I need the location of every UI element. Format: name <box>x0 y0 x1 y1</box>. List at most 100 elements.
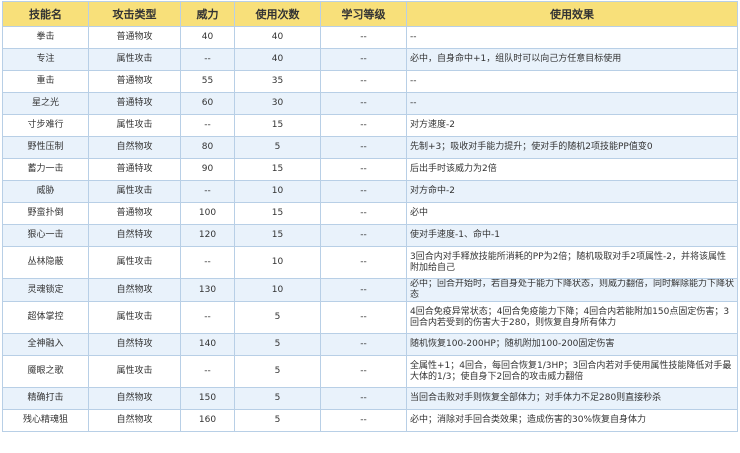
learn-level-cell: -- <box>320 278 407 302</box>
skill-table: 技能名 攻击类型 威力 使用次数 学习等级 使用效果 拳击 普通物攻 40 40 -- -… <box>2 1 738 432</box>
table-row: 重击 普通物攻 55 35 -- -- <box>2 70 738 93</box>
effect-cell: 4回合免疫异常状态；4回合免疫能力下降；4回合内若能附加150点固定伤害；3回合… <box>406 301 738 334</box>
uses-cell: 5 <box>234 409 321 432</box>
skill-name-cell: 寸步难行 <box>2 114 89 137</box>
table-row: 专注 属性攻击 -- 40 -- 必中，自身命中+1，组队时可以向己方任意目标使用 <box>2 48 738 71</box>
effect-cell: 必中，自身命中+1，组队时可以向己方任意目标使用 <box>406 48 738 71</box>
skill-name-cell: 残心精魂狙 <box>2 409 89 432</box>
attack-type-cell: 自然物攻 <box>88 136 181 159</box>
table-header: 技能名 攻击类型 威力 使用次数 学习等级 使用效果 <box>2 1 738 27</box>
table-row: 野性压制 自然物攻 80 5 -- 先制+3；吸收对手能力提升；使对手的随机2项技能PP值… <box>2 136 738 159</box>
attack-type-cell: 属性攻击 <box>88 355 181 388</box>
table-row: 野蛮扑倒 普通物攻 100 15 -- 必中 <box>2 202 738 225</box>
uses-cell: 5 <box>234 333 321 356</box>
attack-type-cell: 普通物攻 <box>88 26 181 49</box>
power-cell: 150 <box>180 387 235 410</box>
power-cell: 90 <box>180 158 235 181</box>
learn-level-cell: -- <box>320 114 407 137</box>
effect-cell: -- <box>406 92 738 115</box>
learn-level-cell: -- <box>320 301 407 334</box>
uses-cell: 5 <box>234 136 321 159</box>
table-row: 残心精魂狙 自然物攻 160 5 -- 必中；消除对手回合类效果；造成伤害的30%恢复自身… <box>2 409 738 432</box>
learn-level-cell: -- <box>320 180 407 203</box>
table-row: 威胁 属性攻击 -- 10 -- 对方命中-2 <box>2 180 738 203</box>
learn-level-cell: -- <box>320 246 407 279</box>
effect-cell: -- <box>406 70 738 93</box>
attack-type-cell: 自然特攻 <box>88 224 181 247</box>
header-skill-name: 技能名 <box>2 1 89 27</box>
uses-cell: 30 <box>234 92 321 115</box>
uses-cell: 10 <box>234 246 321 279</box>
power-cell: -- <box>180 355 235 388</box>
attack-type-cell: 自然特攻 <box>88 333 181 356</box>
skill-name-cell: 精确打击 <box>2 387 89 410</box>
effect-cell: 后出手时该威力为2倍 <box>406 158 738 181</box>
effect-cell: 必中；消除对手回合类效果；造成伤害的30%恢复自身体力 <box>406 409 738 432</box>
learn-level-cell: -- <box>320 48 407 71</box>
skill-name-cell: 星之光 <box>2 92 89 115</box>
power-cell: 120 <box>180 224 235 247</box>
power-cell: 100 <box>180 202 235 225</box>
power-cell: -- <box>180 246 235 279</box>
header-power: 威力 <box>180 1 235 27</box>
power-cell: -- <box>180 180 235 203</box>
uses-cell: 15 <box>234 224 321 247</box>
table-row: 魇眼之歌 属性攻击 -- 5 -- 全属性+1；4回合，每回合恢复1/3HP；3回合内若对… <box>2 355 738 388</box>
uses-cell: 10 <box>234 278 321 302</box>
skill-name-cell: 全神融入 <box>2 333 89 356</box>
learn-level-cell: -- <box>320 409 407 432</box>
uses-cell: 10 <box>234 180 321 203</box>
effect-cell: 随机恢复100-200HP；随机附加100-200固定伤害 <box>406 333 738 356</box>
uses-cell: 40 <box>234 26 321 49</box>
power-cell: -- <box>180 114 235 137</box>
learn-level-cell: -- <box>320 202 407 225</box>
effect-cell: 对方速度-2 <box>406 114 738 137</box>
table-row: 灵魂锁定 自然物攻 130 10 -- 必中；回合开始时，若自身处于能力下降状态，则威力翻… <box>2 278 738 302</box>
learn-level-cell: -- <box>320 158 407 181</box>
skill-name-cell: 专注 <box>2 48 89 71</box>
header-uses: 使用次数 <box>234 1 321 27</box>
uses-cell: 35 <box>234 70 321 93</box>
header-effect: 使用效果 <box>406 1 738 27</box>
skill-name-cell: 魇眼之歌 <box>2 355 89 388</box>
uses-cell: 15 <box>234 158 321 181</box>
power-cell: 55 <box>180 70 235 93</box>
effect-cell: -- <box>406 26 738 49</box>
effect-cell: 先制+3；吸收对手能力提升；使对手的随机2项技能PP值变0 <box>406 136 738 159</box>
skill-name-cell: 威胁 <box>2 180 89 203</box>
table-row: 寸步难行 属性攻击 -- 15 -- 对方速度-2 <box>2 114 738 137</box>
uses-cell: 5 <box>234 301 321 334</box>
uses-cell: 40 <box>234 48 321 71</box>
table-row: 丛林隐蔽 属性攻击 -- 10 -- 3回合内对手释放技能所消耗的PP为2倍；随机吸取对手… <box>2 246 738 279</box>
table-row: 超体掌控 属性攻击 -- 5 -- 4回合免疫异常状态；4回合免疫能力下降；4回合内若能附… <box>2 301 738 334</box>
learn-level-cell: -- <box>320 26 407 49</box>
skill-name-cell: 拳击 <box>2 26 89 49</box>
uses-cell: 15 <box>234 114 321 137</box>
uses-cell: 15 <box>234 202 321 225</box>
learn-level-cell: -- <box>320 70 407 93</box>
power-cell: 140 <box>180 333 235 356</box>
attack-type-cell: 属性攻击 <box>88 246 181 279</box>
power-cell: -- <box>180 48 235 71</box>
skill-name-cell: 丛林隐蔽 <box>2 246 89 279</box>
effect-cell: 全属性+1；4回合，每回合恢复1/3HP；3回合内若对手使用属性技能降低对手最大… <box>406 355 738 388</box>
power-cell: 40 <box>180 26 235 49</box>
attack-type-cell: 属性攻击 <box>88 48 181 71</box>
skill-name-cell: 灵魂锁定 <box>2 278 89 302</box>
learn-level-cell: -- <box>320 136 407 159</box>
effect-cell: 3回合内对手释放技能所消耗的PP为2倍；随机吸取对手2项属性-2，并将该属性附加… <box>406 246 738 279</box>
learn-level-cell: -- <box>320 224 407 247</box>
power-cell: 80 <box>180 136 235 159</box>
power-cell: 130 <box>180 278 235 302</box>
learn-level-cell: -- <box>320 387 407 410</box>
header-attack-type: 攻击类型 <box>88 1 181 27</box>
skill-name-cell: 野蛮扑倒 <box>2 202 89 225</box>
header-row: 技能名 攻击类型 威力 使用次数 学习等级 使用效果 <box>2 1 738 27</box>
attack-type-cell: 属性攻击 <box>88 114 181 137</box>
learn-level-cell: -- <box>320 333 407 356</box>
skill-name-cell: 狠心一击 <box>2 224 89 247</box>
table-row: 拳击 普通物攻 40 40 -- -- <box>2 26 738 49</box>
learn-level-cell: -- <box>320 92 407 115</box>
attack-type-cell: 普通物攻 <box>88 70 181 93</box>
skill-name-cell: 蓄力一击 <box>2 158 89 181</box>
